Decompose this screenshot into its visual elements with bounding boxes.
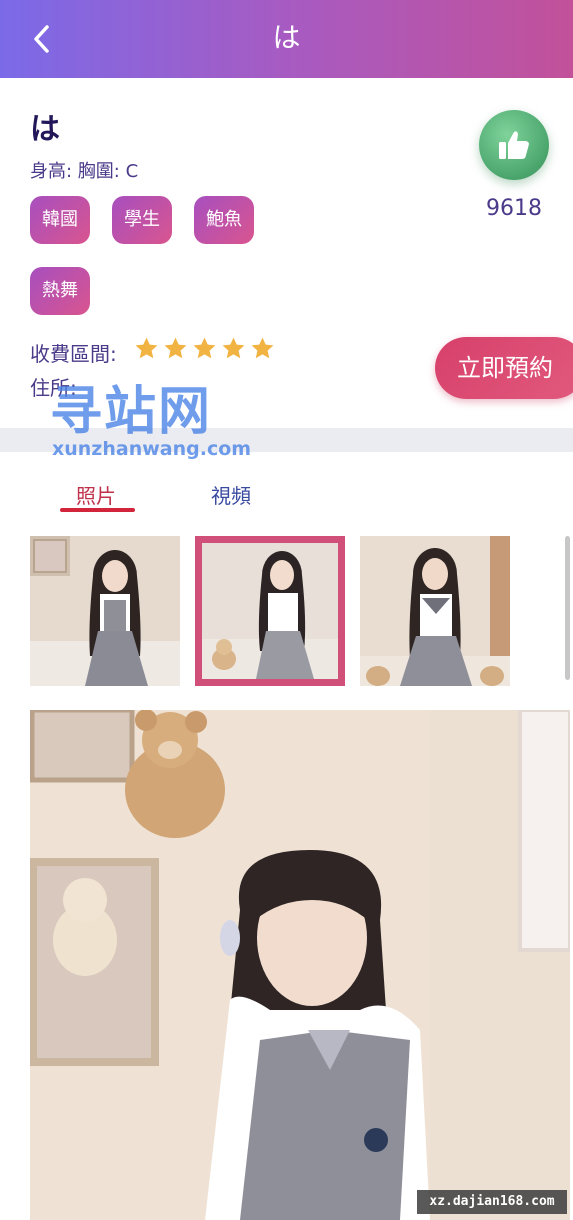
tab-videos[interactable]: 視頻 <box>211 480 251 509</box>
profile-name: は <box>30 112 60 147</box>
photo-image <box>360 536 510 686</box>
star-icon <box>250 336 275 361</box>
fee-range-label: 收費區間: <box>30 342 117 366</box>
photo-image <box>202 543 338 679</box>
app-header: は <box>0 0 573 78</box>
fee-rating <box>134 336 275 361</box>
watermark-logo: 寻站网 <box>50 382 213 442</box>
tag-korea[interactable]: 韓國 <box>30 196 90 244</box>
tag-abalone[interactable]: 鮑魚 <box>194 196 254 244</box>
like-button[interactable] <box>479 110 549 180</box>
tab-photos[interactable]: 照片 <box>76 480 116 509</box>
tag-dance[interactable]: 熱舞 <box>30 267 90 315</box>
profile-attributes: 身高: 胸圍: C <box>30 161 139 182</box>
photo-image <box>30 710 570 1220</box>
like-count: 9618 <box>486 196 542 221</box>
photo-image <box>30 536 180 686</box>
tag-student[interactable]: 學生 <box>112 196 172 244</box>
book-now-button[interactable]: 立即預約 <box>435 337 573 399</box>
watermark-site: xunzhanwang.com <box>52 438 252 460</box>
gallery-thumbnail[interactable] <box>360 536 510 686</box>
page-title: は <box>272 21 301 54</box>
gallery-thumbnail-selected[interactable] <box>195 536 345 686</box>
star-icon <box>192 336 217 361</box>
watermark-url: xz.dajian168.com <box>417 1190 567 1214</box>
thumbs-up-icon <box>499 131 529 159</box>
star-icon <box>163 336 188 361</box>
active-tab-indicator <box>60 508 135 512</box>
main-photo[interactable] <box>30 710 570 1220</box>
star-icon <box>134 336 159 361</box>
gallery-thumbnail[interactable] <box>30 536 180 686</box>
thumbnail-scrollbar[interactable] <box>565 536 570 680</box>
star-icon <box>221 336 246 361</box>
